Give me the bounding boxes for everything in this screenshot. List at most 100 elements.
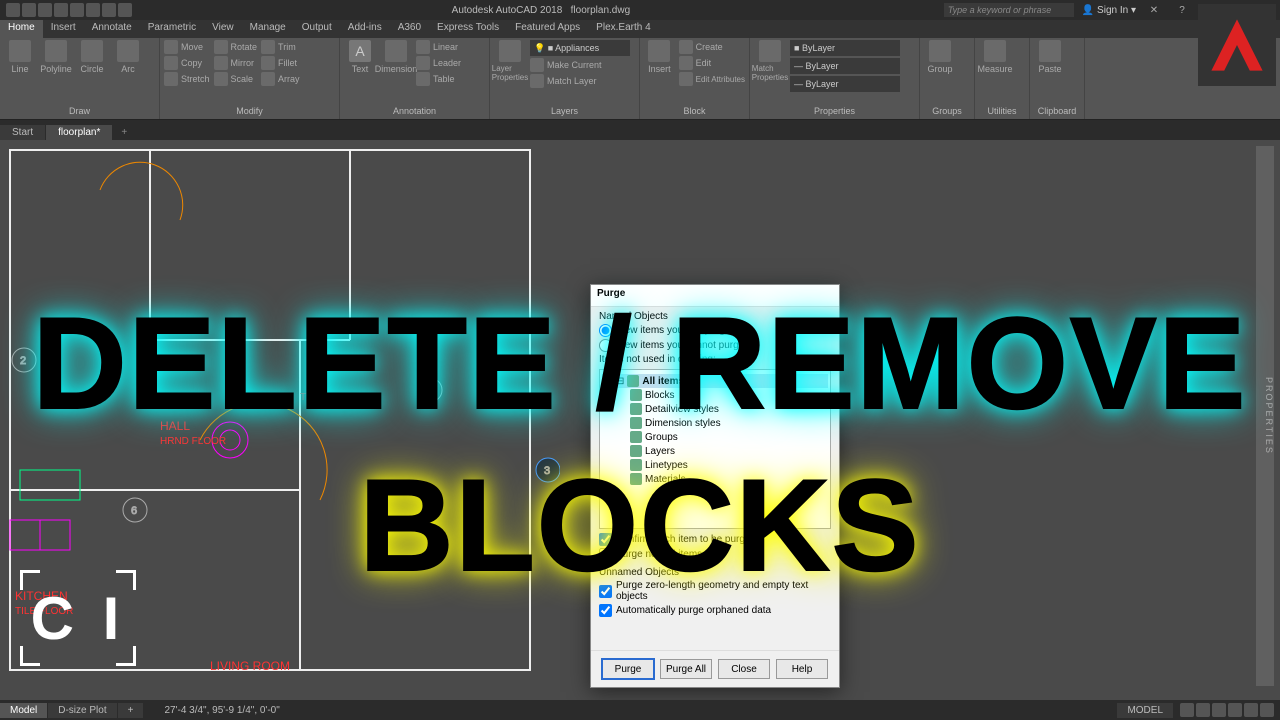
save-icon[interactable] [54, 3, 68, 17]
leader-button[interactable]: Leader [416, 56, 461, 70]
layer-properties-button[interactable]: Layer Properties [494, 40, 526, 82]
zero-length-checkbox[interactable]: Purge zero-length geometry and empty tex… [599, 580, 831, 602]
plot-icon[interactable] [86, 3, 100, 17]
drawing-canvas[interactable]: HALL HRND FLOOR TILE FLOOR KITCHEN TILE … [0, 140, 1280, 698]
ortho-toggle-icon[interactable] [1212, 703, 1226, 717]
dimension-button[interactable]: Dimension [380, 40, 412, 74]
snap-toggle-icon[interactable] [1196, 703, 1210, 717]
tab-output[interactable]: Output [294, 20, 340, 38]
create-block-button[interactable]: Create [679, 40, 745, 54]
tree-node[interactable]: Linetypes [602, 458, 828, 472]
arc-button[interactable]: Arc [112, 40, 144, 74]
help-icon[interactable]: ? [1172, 5, 1192, 16]
tab-express[interactable]: Express Tools [429, 20, 507, 38]
named-objects-label: Named Objects [599, 311, 831, 322]
tab-annotate[interactable]: Annotate [84, 20, 140, 38]
new-layout-button[interactable]: + [118, 703, 144, 718]
tab-floorplan[interactable]: floorplan* [46, 125, 112, 140]
panel-modify: Move Copy Stretch Rotate Mirror Scale Tr… [160, 38, 340, 119]
tab-home[interactable]: Home [0, 20, 43, 38]
ribbon-tabs: Home Insert Annotate Parametric View Man… [0, 20, 1280, 38]
rotate-button[interactable]: Rotate [214, 40, 258, 54]
stretch-button[interactable]: Stretch [164, 72, 210, 86]
radio-can-purge[interactable]: View items you can purge [599, 324, 831, 337]
open-icon[interactable] [38, 3, 52, 17]
nested-checkbox[interactable]: Purge nested items [599, 548, 831, 561]
radio-cannot-purge[interactable]: View items you cannot purge [599, 339, 831, 352]
redo-icon[interactable] [118, 3, 132, 17]
mirror-button[interactable]: Mirror [214, 56, 258, 70]
tab-featured[interactable]: Featured Apps [507, 20, 588, 38]
panel-annotation: AText Dimension Linear Leader Table Anno… [340, 38, 490, 119]
lineweight-combo[interactable]: — ByLayer [790, 76, 900, 92]
scale-button[interactable]: Scale [214, 72, 258, 86]
tree-node[interactable]: Materials [602, 472, 828, 486]
paste-button[interactable]: Paste [1034, 40, 1066, 74]
quick-access-toolbar [0, 3, 138, 17]
array-button[interactable]: Array [261, 72, 300, 86]
osnap-toggle-icon[interactable] [1244, 703, 1258, 717]
linetype-combo[interactable]: — ByLayer [790, 58, 900, 74]
move-button[interactable]: Move [164, 40, 210, 54]
copy-button[interactable]: Copy [164, 56, 210, 70]
model-tab[interactable]: Model [0, 703, 47, 718]
circle-button[interactable]: Circle [76, 40, 108, 74]
polar-toggle-icon[interactable] [1228, 703, 1242, 717]
saveas-icon[interactable] [70, 3, 84, 17]
layer-combo[interactable]: 💡 ■ Appliances [530, 40, 630, 56]
tree-node[interactable]: Dimension styles [602, 416, 828, 430]
tab-start[interactable]: Start [0, 125, 45, 140]
purge-button[interactable]: Purge [602, 659, 654, 679]
properties-palette[interactable]: PROPERTIES [1256, 146, 1274, 686]
tree-node[interactable]: Layers [602, 444, 828, 458]
undo-icon[interactable] [102, 3, 116, 17]
polyline-button[interactable]: Polyline [40, 40, 72, 74]
grid-toggle-icon[interactable] [1180, 703, 1194, 717]
purge-all-button[interactable]: Purge All [660, 659, 712, 679]
modelspace-toggle[interactable]: MODEL [1117, 703, 1173, 718]
fillet-button[interactable]: Fillet [261, 56, 300, 70]
measure-button[interactable]: Measure [979, 40, 1011, 74]
lineweight-toggle-icon[interactable] [1260, 703, 1274, 717]
make-current-button[interactable]: Make Current [530, 58, 635, 72]
items-label: Items not used in drawing: [599, 354, 831, 365]
color-combo[interactable]: ■ ByLayer [790, 40, 900, 56]
group-button[interactable]: Group [924, 40, 956, 74]
tab-plexearth[interactable]: Plex.Earth 4 [588, 20, 658, 38]
tree-node[interactable]: Blocks [602, 388, 828, 402]
tab-insert[interactable]: Insert [43, 20, 84, 38]
edit-block-button[interactable]: Edit [679, 56, 745, 70]
linear-button[interactable]: Linear [416, 40, 461, 54]
new-icon[interactable] [22, 3, 36, 17]
new-tab-button[interactable]: + [113, 125, 135, 140]
purge-tree[interactable]: ⊟ All items Blocks Detailview styles Dim… [599, 369, 831, 529]
close-dialog-button[interactable]: Close [718, 659, 770, 679]
svg-text:3: 3 [544, 465, 550, 477]
match-layer-button[interactable]: Match Layer [530, 74, 635, 88]
text-button[interactable]: AText [344, 40, 376, 74]
exchange-icon[interactable]: ✕ [1144, 5, 1164, 16]
line-button[interactable]: Line [4, 40, 36, 74]
tab-view[interactable]: View [204, 20, 242, 38]
confirm-checkbox[interactable]: Confirm each item to be purged [599, 533, 831, 546]
help-button[interactable]: Help [776, 659, 828, 679]
tree-node[interactable]: Groups [602, 430, 828, 444]
signin-button[interactable]: 👤 Sign In ▾ [1082, 5, 1136, 16]
channel-badge: C I [18, 568, 138, 668]
tab-a360[interactable]: A360 [390, 20, 429, 38]
svg-text:TILE FLOOR: TILE FLOOR [300, 392, 358, 403]
app-menu-icon[interactable] [6, 3, 20, 17]
trim-button[interactable]: Trim [261, 40, 300, 54]
help-search-input[interactable]: Type a keyword or phrase [944, 3, 1074, 17]
edit-attr-button[interactable]: Edit Attributes [679, 72, 745, 86]
insert-block-button[interactable]: Insert [644, 40, 675, 74]
table-button[interactable]: Table [416, 72, 461, 86]
tab-addins[interactable]: Add-ins [340, 20, 390, 38]
tab-manage[interactable]: Manage [242, 20, 294, 38]
layout-tab[interactable]: D-size Plot [48, 703, 116, 718]
tree-root[interactable]: ⊟ All items [602, 374, 828, 388]
orphaned-checkbox[interactable]: Automatically purge orphaned data [599, 604, 831, 617]
tab-parametric[interactable]: Parametric [140, 20, 204, 38]
tree-node[interactable]: Detailview styles [602, 402, 828, 416]
match-props-button[interactable]: Match Properties [754, 40, 786, 82]
